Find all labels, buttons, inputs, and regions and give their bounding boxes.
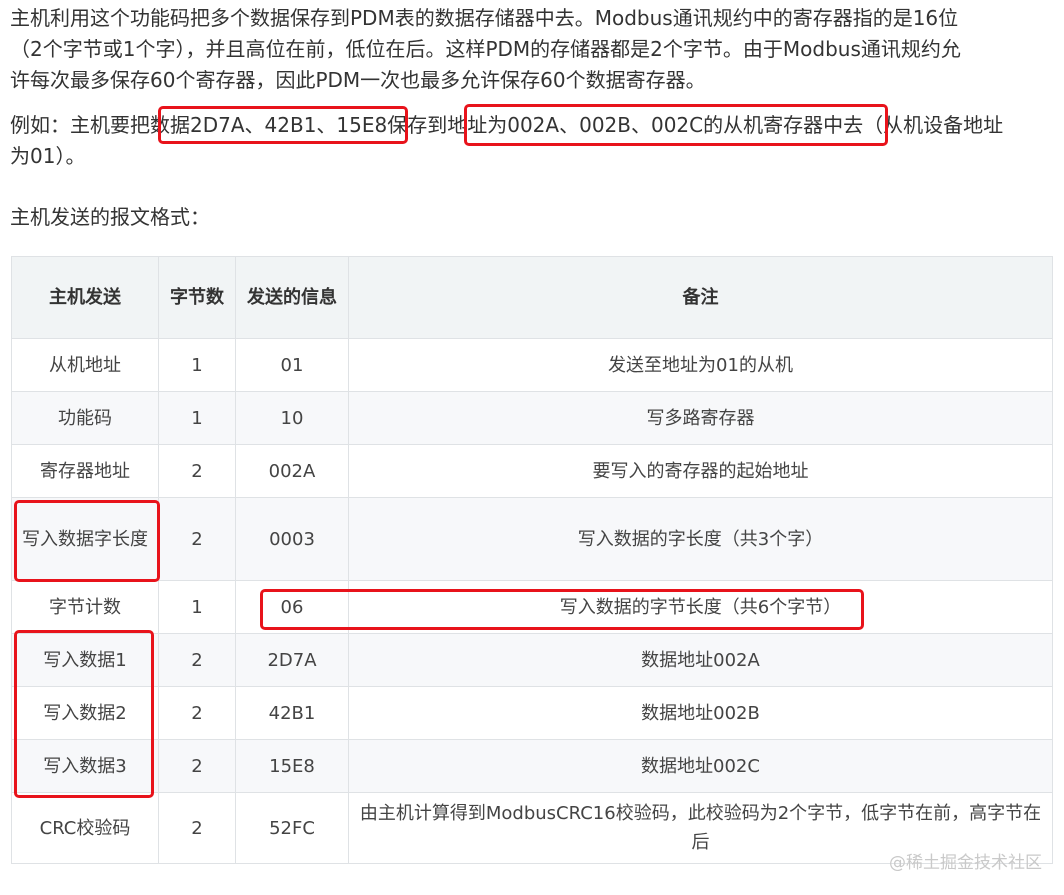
intro-line-1: 主机利用这个功能码把多个数据保存到PDM表的数据存储器中去。Modbus通讯规约… bbox=[10, 6, 959, 30]
header-host-send: 主机发送 bbox=[11, 256, 159, 339]
cell-info: 002A bbox=[235, 444, 349, 498]
cell-info: 01 bbox=[235, 338, 349, 392]
table-row: 寄存器地址 2 002A 要写入的寄存器的起始地址 bbox=[11, 444, 1053, 498]
cell-field: 写入数据3 bbox=[11, 739, 159, 793]
example-paragraph: 例如：主机要把数据2D7A、42B1、15E8保存到地址为002A、002B、0… bbox=[10, 110, 1054, 172]
cell-bytes: 2 bbox=[158, 739, 236, 793]
cell-bytes: 1 bbox=[158, 580, 236, 634]
cell-note: 要写入的寄存器的起始地址 bbox=[348, 444, 1053, 498]
message-format-table: 主机发送 字节数 发送的信息 备注 从机地址 1 01 发送至地址为01的从机 … bbox=[11, 256, 1053, 864]
cell-field: 寄存器地址 bbox=[11, 444, 159, 498]
cell-note: 写入数据的字节长度（共6个字节） bbox=[348, 580, 1053, 634]
cell-bytes: 2 bbox=[158, 792, 236, 864]
cell-bytes: 2 bbox=[158, 633, 236, 687]
cell-note: 写入数据的字长度（共3个字） bbox=[348, 497, 1053, 581]
cell-field: 写入数据2 bbox=[11, 686, 159, 740]
cell-info: 0003 bbox=[235, 497, 349, 581]
table-row: 写入数据1 2 2D7A 数据地址002A bbox=[11, 633, 1053, 687]
cell-field: 从机地址 bbox=[11, 338, 159, 392]
cell-bytes: 1 bbox=[158, 338, 236, 392]
cell-note: 发送至地址为01的从机 bbox=[348, 338, 1053, 392]
watermark: @稀土掘金技术社区 bbox=[889, 853, 1042, 873]
table-row: 写入数据3 2 15E8 数据地址002C bbox=[11, 739, 1053, 793]
table-row: 功能码 1 10 写多路寄存器 bbox=[11, 391, 1053, 445]
header-sent-info: 发送的信息 bbox=[235, 256, 349, 339]
cell-info: 42B1 bbox=[235, 686, 349, 740]
cell-info: 2D7A bbox=[235, 633, 349, 687]
cell-note: 写多路寄存器 bbox=[348, 391, 1053, 445]
table-row: 写入数据2 2 42B1 数据地址002B bbox=[11, 686, 1053, 740]
cell-info: 06 bbox=[235, 580, 349, 634]
cell-info: 10 bbox=[235, 391, 349, 445]
cell-note: 数据地址002C bbox=[348, 739, 1053, 793]
table-row: 从机地址 1 01 发送至地址为01的从机 bbox=[11, 338, 1053, 392]
cell-bytes: 2 bbox=[158, 497, 236, 581]
cell-info: 15E8 bbox=[235, 739, 349, 793]
cell-field: 功能码 bbox=[11, 391, 159, 445]
intro-paragraph: 主机利用这个功能码把多个数据保存到PDM表的数据存储器中去。Modbus通讯规约… bbox=[10, 3, 1054, 96]
format-label: 主机发送的报文格式： bbox=[10, 205, 210, 229]
table-row: 字节计数 1 06 写入数据的字节长度（共6个字节） bbox=[11, 580, 1053, 634]
table-header-row: 主机发送 字节数 发送的信息 备注 bbox=[11, 256, 1053, 339]
intro-line-2: （2个字节或1个字），并且高位在前，低位在后。这样PDM的存储器都是2个字节。由… bbox=[10, 37, 961, 61]
cell-note: 数据地址002B bbox=[348, 686, 1053, 740]
header-note: 备注 bbox=[348, 256, 1053, 339]
intro-line-3: 许每次最多保存60个寄存器，因此PDM一次也最多允许保存60个数据寄存器。 bbox=[10, 68, 706, 92]
cell-note: 数据地址002A bbox=[348, 633, 1053, 687]
table-row: 写入数据字长度 2 0003 写入数据的字长度（共3个字） bbox=[11, 497, 1053, 581]
cell-field: CRC校验码 bbox=[11, 792, 159, 864]
cell-info: 52FC bbox=[235, 792, 349, 864]
cell-bytes: 1 bbox=[158, 391, 236, 445]
cell-field: 字节计数 bbox=[11, 580, 159, 634]
cell-field: 写入数据字长度 bbox=[11, 497, 159, 581]
header-byte-count: 字节数 bbox=[158, 256, 236, 339]
example-line-1: 例如：主机要把数据2D7A、42B1、15E8保存到地址为002A、002B、0… bbox=[10, 113, 1004, 137]
cell-bytes: 2 bbox=[158, 444, 236, 498]
example-line-2: 为01）。 bbox=[10, 144, 86, 168]
cell-bytes: 2 bbox=[158, 686, 236, 740]
cell-field: 写入数据1 bbox=[11, 633, 159, 687]
